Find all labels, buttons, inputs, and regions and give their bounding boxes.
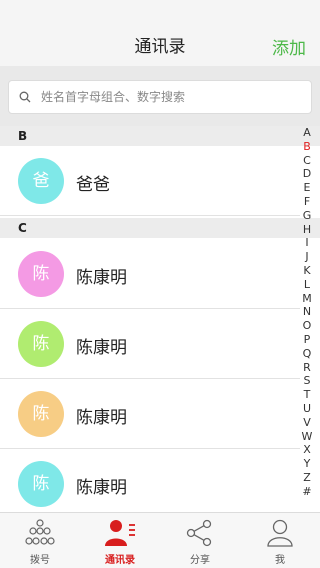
avatar: 陈 <box>18 461 64 507</box>
index-letter[interactable]: Y <box>304 457 311 471</box>
index-letter[interactable]: K <box>303 264 310 278</box>
contact-row[interactable]: 陈 陈康明 <box>0 309 300 379</box>
section-header-b: B <box>0 126 320 146</box>
contact-name: 陈康明 <box>76 478 127 498</box>
index-letter[interactable]: I <box>305 236 308 250</box>
index-letter[interactable]: J <box>305 250 308 264</box>
index-letter[interactable]: R <box>303 361 311 375</box>
index-letter[interactable]: # <box>302 485 311 499</box>
search-icon <box>19 91 31 103</box>
tab-bar: 拨号 通讯录 分享 我 <box>0 512 320 568</box>
contacts-icon <box>105 520 135 546</box>
section-header-c: C <box>0 218 320 238</box>
index-letter[interactable]: O <box>303 319 312 333</box>
index-letter[interactable]: C <box>303 154 311 168</box>
index-letter[interactable]: F <box>304 195 310 209</box>
index-letter[interactable]: V <box>303 416 311 430</box>
index-letter[interactable]: X <box>303 443 311 457</box>
tab-label: 通讯录 <box>105 555 135 566</box>
avatar: 陈 <box>18 251 64 297</box>
search-box[interactable] <box>8 80 312 114</box>
index-letter[interactable]: B <box>303 140 311 154</box>
index-letter[interactable]: L <box>304 278 310 292</box>
index-letter[interactable]: T <box>304 388 311 402</box>
index-letter[interactable]: P <box>304 333 311 347</box>
tab-label: 拨号 <box>30 555 50 566</box>
contact-name: 陈康明 <box>76 408 127 428</box>
search-input[interactable] <box>41 85 303 109</box>
contact-name: 爸爸 <box>76 175 110 195</box>
contact-name: 陈康明 <box>76 268 127 288</box>
index-letter[interactable]: S <box>304 374 311 388</box>
tab-contacts[interactable]: 通讯录 <box>80 513 160 568</box>
person-icon <box>267 519 293 547</box>
index-letter[interactable]: E <box>304 181 311 195</box>
index-letter[interactable]: N <box>303 305 311 319</box>
avatar: 陈 <box>18 321 64 367</box>
add-contact-button[interactable]: 添加 <box>272 34 306 59</box>
contact-row[interactable]: 爸 爸爸 <box>0 146 300 216</box>
index-letter[interactable]: Z <box>303 471 311 485</box>
index-letter[interactable]: G <box>303 209 312 223</box>
index-letter[interactable]: A <box>303 126 311 140</box>
index-letter[interactable]: D <box>303 167 311 181</box>
contact-name: 陈康明 <box>76 338 127 358</box>
nav-bar: 通讯录 添加 <box>0 0 320 66</box>
tab-label: 我 <box>275 555 285 566</box>
dialpad-icon <box>25 519 55 545</box>
tab-label: 分享 <box>190 555 210 566</box>
index-letter[interactable]: M <box>302 292 312 306</box>
share-icon <box>186 519 212 547</box>
index-letter[interactable]: H <box>303 223 311 237</box>
tab-me[interactable]: 我 <box>240 513 320 568</box>
avatar: 陈 <box>18 391 64 437</box>
index-letter[interactable]: U <box>303 402 311 416</box>
avatar: 爸 <box>18 158 64 204</box>
contact-row[interactable]: 陈 陈康明 <box>0 239 300 309</box>
tab-share[interactable]: 分享 <box>160 513 240 568</box>
index-letter[interactable]: Q <box>303 347 312 361</box>
alphabet-index[interactable]: A B C D E F G H I J K L M N O P Q R S T U V W X Y Z # <box>300 126 314 499</box>
index-letter[interactable]: W <box>302 430 313 444</box>
search-bar <box>0 66 320 128</box>
contact-row[interactable]: 陈 陈康明 <box>0 449 300 519</box>
tab-dialer[interactable]: 拨号 <box>0 513 80 568</box>
contact-row[interactable]: 陈 陈康明 <box>0 379 300 449</box>
